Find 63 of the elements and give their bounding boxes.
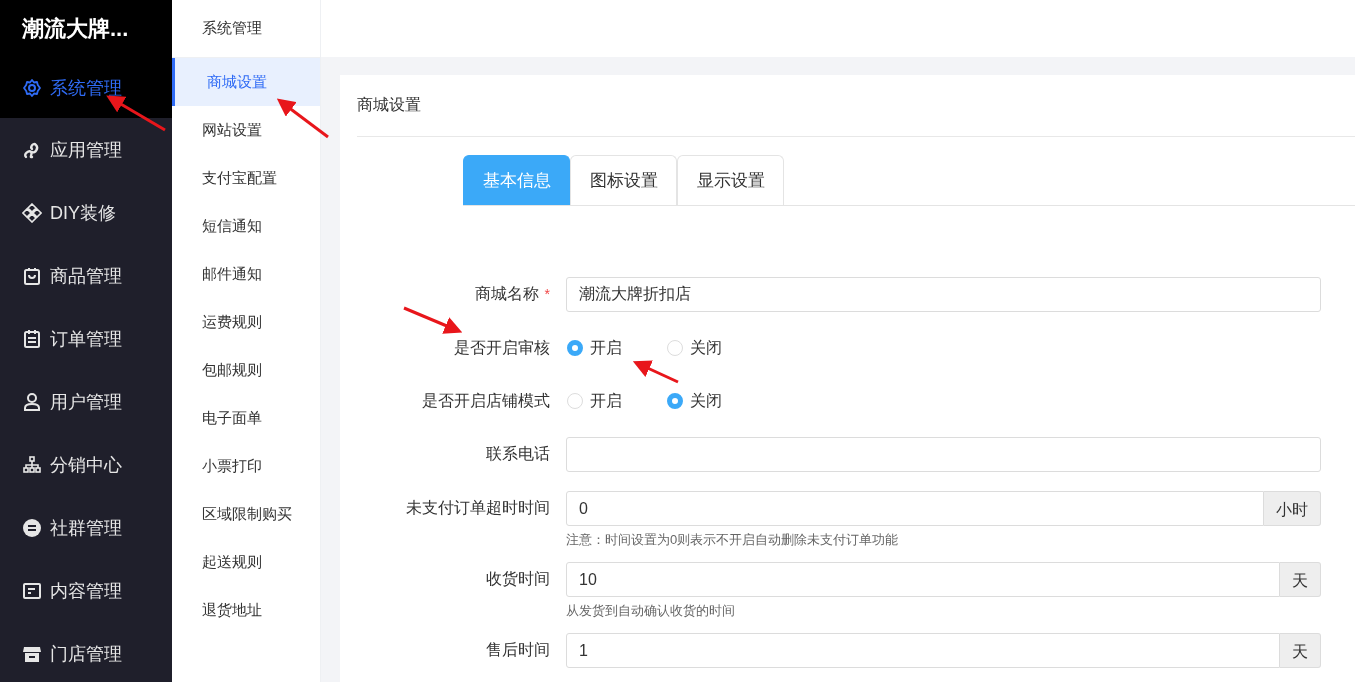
tab[interactable]: 图标设置: [570, 155, 677, 205]
sidebar-item[interactable]: 商品管理: [0, 244, 172, 307]
submenu-item[interactable]: 电子面单: [172, 394, 320, 442]
submenu-item[interactable]: 区域限制购买: [172, 490, 320, 538]
radio-option[interactable]: 关闭: [667, 390, 767, 412]
tab[interactable]: 显示设置: [677, 155, 784, 205]
annotation-arrow: [632, 360, 679, 384]
submenu-item[interactable]: 包邮规则: [172, 346, 320, 394]
text-field[interactable]: 10: [566, 562, 1280, 597]
sidebar-item[interactable]: 应用管理: [0, 118, 172, 181]
submenu-title: 系统管理: [202, 19, 262, 38]
submenu-item[interactable]: 退货地址: [172, 586, 320, 634]
sidebar-item[interactable]: 订单管理: [0, 307, 172, 370]
sidebar-item[interactable]: 内容管理: [0, 559, 172, 622]
submenu-item[interactable]: 小票打印: [172, 442, 320, 490]
annotation-arrow: [276, 98, 329, 139]
radio-option[interactable]: 开启: [567, 390, 667, 412]
gear-icon: [22, 78, 42, 98]
hierarchy-icon: [22, 454, 42, 475]
sidebar-item[interactable]: DIY装修: [0, 181, 172, 244]
radio-option[interactable]: 关闭: [667, 337, 767, 359]
submenu-item[interactable]: 起送规则: [172, 538, 320, 586]
unit-addon: 天: [1280, 633, 1321, 668]
text-field[interactable]: [566, 437, 1321, 472]
sidebar-item[interactable]: 社群管理: [0, 496, 172, 559]
diamond-grid-icon: [22, 202, 42, 223]
field-label: 是否开启审核: [454, 339, 550, 356]
radio-button[interactable]: [667, 393, 683, 409]
text-field[interactable]: 1: [566, 633, 1280, 668]
required-mark: *: [544, 286, 550, 302]
field-label: 联系电话: [486, 445, 550, 462]
equals-circle-icon: [22, 517, 42, 538]
sidebar-item[interactable]: 用户管理: [0, 370, 172, 433]
panel-title: 商城设置: [357, 95, 421, 115]
annotation-arrow: [403, 306, 463, 334]
unit-addon: 天: [1280, 562, 1321, 597]
submenu-item[interactable]: 支付宝配置: [172, 154, 320, 202]
sidebar-item[interactable]: 门店管理: [0, 622, 172, 682]
submenu-item[interactable]: 运费规则: [172, 298, 320, 346]
field-label: 未支付订单超时时间: [406, 499, 550, 516]
field-hint: 注意：时间设置为0则表示不开启自动删除未支付订单功能: [566, 531, 900, 549]
bag-icon: [22, 265, 42, 286]
unit-addon: 小时: [1264, 491, 1321, 526]
field-label: 是否开启店铺模式: [422, 392, 550, 409]
field-label: 售后时间: [486, 641, 550, 658]
submenu-item[interactable]: 网站设置: [172, 106, 320, 154]
annotation-arrow: [106, 95, 166, 132]
document-icon: [22, 580, 42, 601]
submenu-item[interactable]: 商城设置: [172, 58, 320, 106]
radio-option[interactable]: 开启: [567, 337, 667, 359]
field-label: 收货时间: [486, 570, 550, 587]
text-field[interactable]: 0: [566, 491, 1264, 526]
sidebar-item[interactable]: 系统管理: [0, 58, 172, 118]
user-icon: [22, 391, 42, 412]
submenu-item[interactable]: 短信通知: [172, 202, 320, 250]
sidebar-item[interactable]: 分销中心: [0, 433, 172, 496]
calendar-icon: [22, 328, 42, 349]
submenu-item[interactable]: 邮件通知: [172, 250, 320, 298]
field-label: 商城名称: [474, 285, 539, 302]
radio-button[interactable]: [567, 340, 583, 356]
field-hint: 从发货到自动确认收货的时间: [566, 602, 736, 620]
text-field[interactable]: 潮流大牌折扣店: [566, 277, 1321, 312]
brand-title: 潮流大牌...: [0, 0, 172, 58]
